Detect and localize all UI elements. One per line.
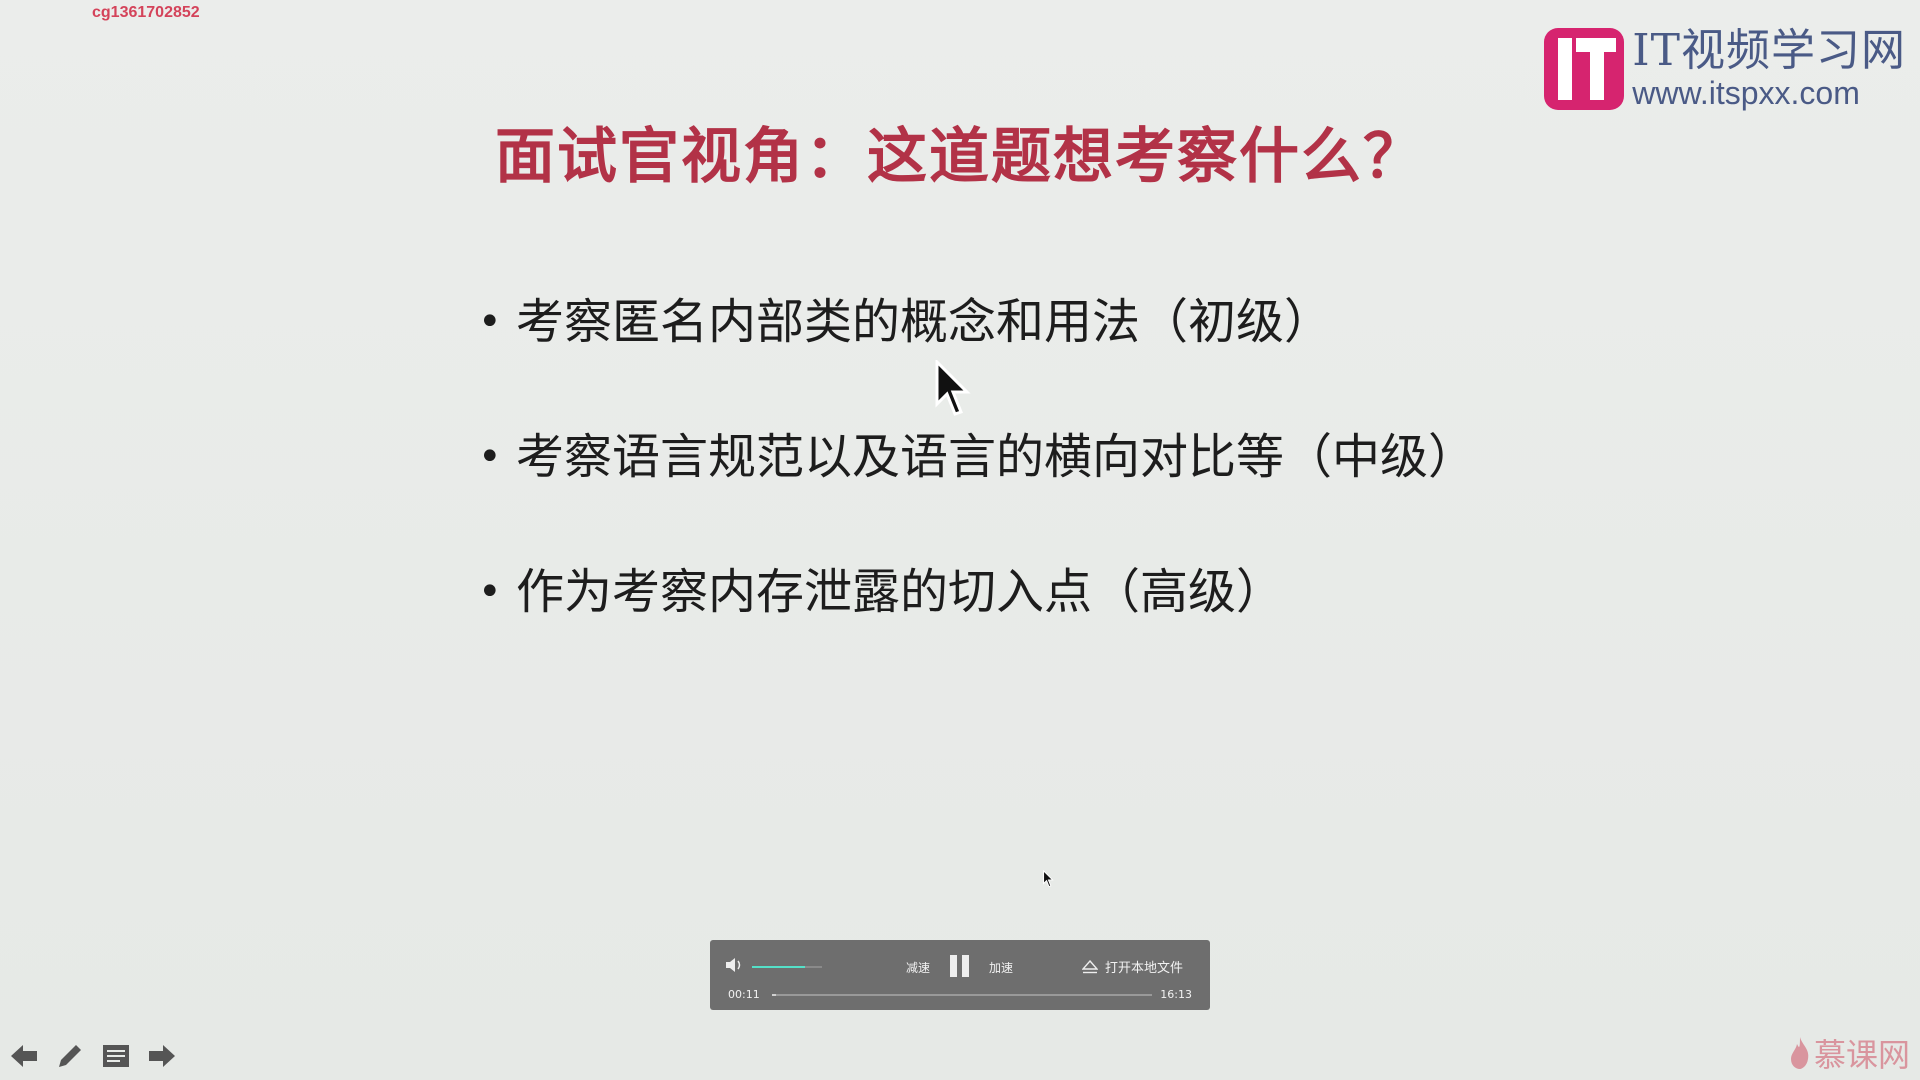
mouse-pointer-icon bbox=[1043, 870, 1054, 888]
notes-button[interactable] bbox=[100, 1040, 132, 1072]
current-time: 00:11 bbox=[728, 988, 760, 1001]
seek-progress bbox=[772, 994, 777, 996]
slow-down-button[interactable]: 减速 bbox=[906, 959, 930, 976]
bullet-text: 考察语言规范以及语言的横向对比等（中级） bbox=[516, 429, 1477, 485]
bullet-text: 作为考察内存泄露的切入点（高级） bbox=[516, 564, 1285, 620]
volume-level bbox=[752, 966, 805, 968]
total-time: 16:13 bbox=[1160, 988, 1192, 1001]
bullet-item: • 考察语言规范以及语言的横向对比等（中级） bbox=[478, 427, 1476, 562]
arrow-right-icon bbox=[149, 1045, 175, 1067]
pause-button[interactable] bbox=[950, 955, 974, 980]
volume-slider[interactable] bbox=[752, 966, 822, 968]
notes-icon bbox=[103, 1045, 129, 1067]
mouse-pointer-icon bbox=[935, 360, 971, 416]
bullet-list: • 考察匿名内部类的概念和用法（初级） • 考察语言规范以及语言的横向对比等（中… bbox=[478, 292, 1476, 697]
bullet-item: • 考察匿名内部类的概念和用法（初级） bbox=[478, 292, 1476, 427]
speed-up-button[interactable]: 加速 bbox=[989, 959, 1013, 976]
open-local-file-label: 打开本地文件 bbox=[1105, 961, 1184, 976]
pen-icon bbox=[59, 1045, 81, 1067]
slide-nav-controls bbox=[8, 1040, 178, 1072]
bullet-text: 考察匿名内部类的概念和用法（初级） bbox=[516, 294, 1333, 350]
media-player-controls: 减速 加速 打开本地文件 00:11 16:13 bbox=[710, 940, 1210, 1010]
bullet-dot: • bbox=[478, 569, 502, 615]
seek-bar[interactable] bbox=[772, 994, 1152, 996]
watermark-site-name: IT视频学习网 bbox=[1632, 25, 1906, 76]
pen-tool-button[interactable] bbox=[54, 1040, 86, 1072]
flame-icon bbox=[1790, 1037, 1809, 1069]
next-slide-button[interactable] bbox=[146, 1040, 178, 1072]
it-logo-icon bbox=[1544, 28, 1625, 110]
arrow-left-icon bbox=[11, 1045, 37, 1067]
watermark-url: www.itspxx.com bbox=[1632, 75, 1860, 111]
slide-title: 面试官视角：这道题想考察什么？ bbox=[495, 122, 1425, 192]
imooc-brand: 慕课网 bbox=[1788, 1030, 1910, 1076]
previous-slide-button[interactable] bbox=[8, 1040, 40, 1072]
user-id-watermark: cg1361702852 bbox=[92, 4, 200, 21]
open-local-file-button[interactable]: 打开本地文件 bbox=[1082, 957, 1183, 976]
pause-icon bbox=[950, 955, 957, 977]
bullet-item: • 作为考察内存泄露的切入点（高级） bbox=[478, 562, 1476, 697]
brand-label: 慕课网 bbox=[1813, 1036, 1910, 1074]
bullet-dot: • bbox=[478, 299, 502, 345]
eject-icon bbox=[1082, 959, 1098, 973]
volume-icon[interactable] bbox=[724, 956, 744, 974]
bullet-dot: • bbox=[478, 434, 502, 480]
site-watermark: IT视频学习网 www.itspxx.com bbox=[1544, 28, 1906, 110]
slide-viewer: cg1361702852 IT视频学习网 www.itspxx.com 面试官视… bbox=[0, 0, 1920, 1080]
